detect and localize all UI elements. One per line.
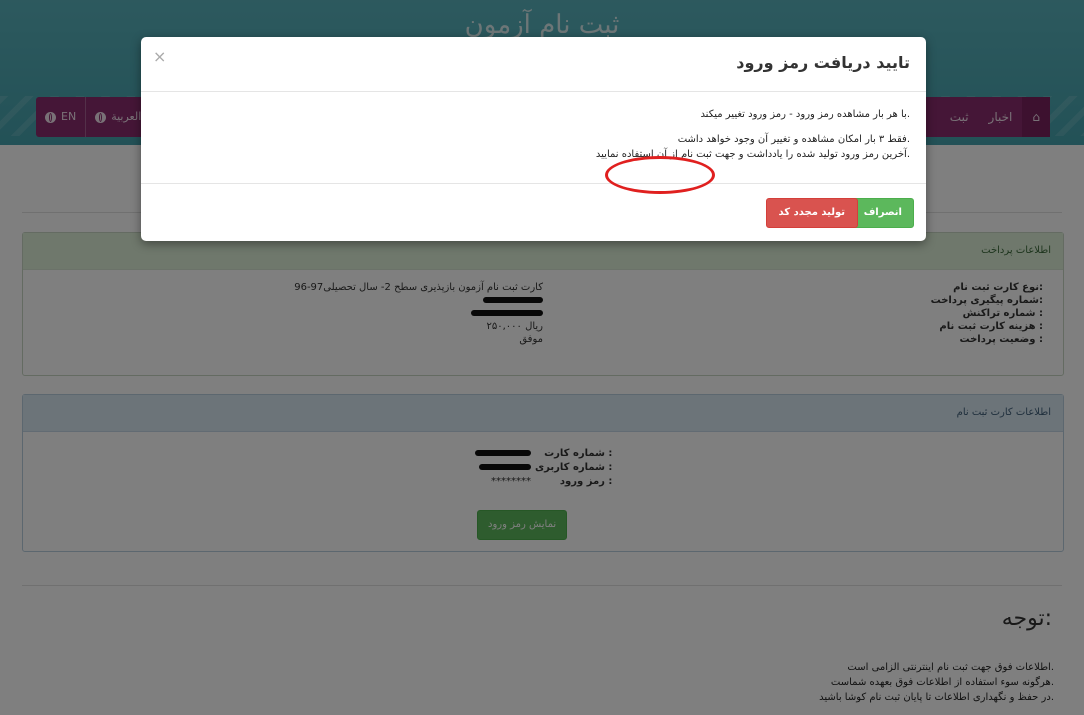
confirm-password-modal: × تایید دریافت رمز ورود با هر بار مشاهده… xyxy=(141,37,926,241)
modal-body: با هر بار مشاهده رمز ورود - رمز ورود تغی… xyxy=(596,107,910,162)
modal-header: × تایید دریافت رمز ورود xyxy=(141,37,926,92)
regenerate-code-button[interactable]: تولید مجدد کد xyxy=(765,198,858,228)
modal-title: تایید دریافت رمز ورود xyxy=(736,53,910,72)
modal-line: با هر بار مشاهده رمز ورود - رمز ورود تغی… xyxy=(700,109,910,120)
modal-line: فقط ۳ بار امکان مشاهده و تغییر آن وجود خ… xyxy=(677,134,910,145)
cancel-button[interactable]: انصراف xyxy=(851,198,914,228)
highlight-circle xyxy=(605,156,715,194)
modal-footer: انصراف تولید مجدد کد xyxy=(141,183,926,242)
close-icon[interactable]: × xyxy=(153,47,166,66)
modal-spacer xyxy=(596,122,910,132)
